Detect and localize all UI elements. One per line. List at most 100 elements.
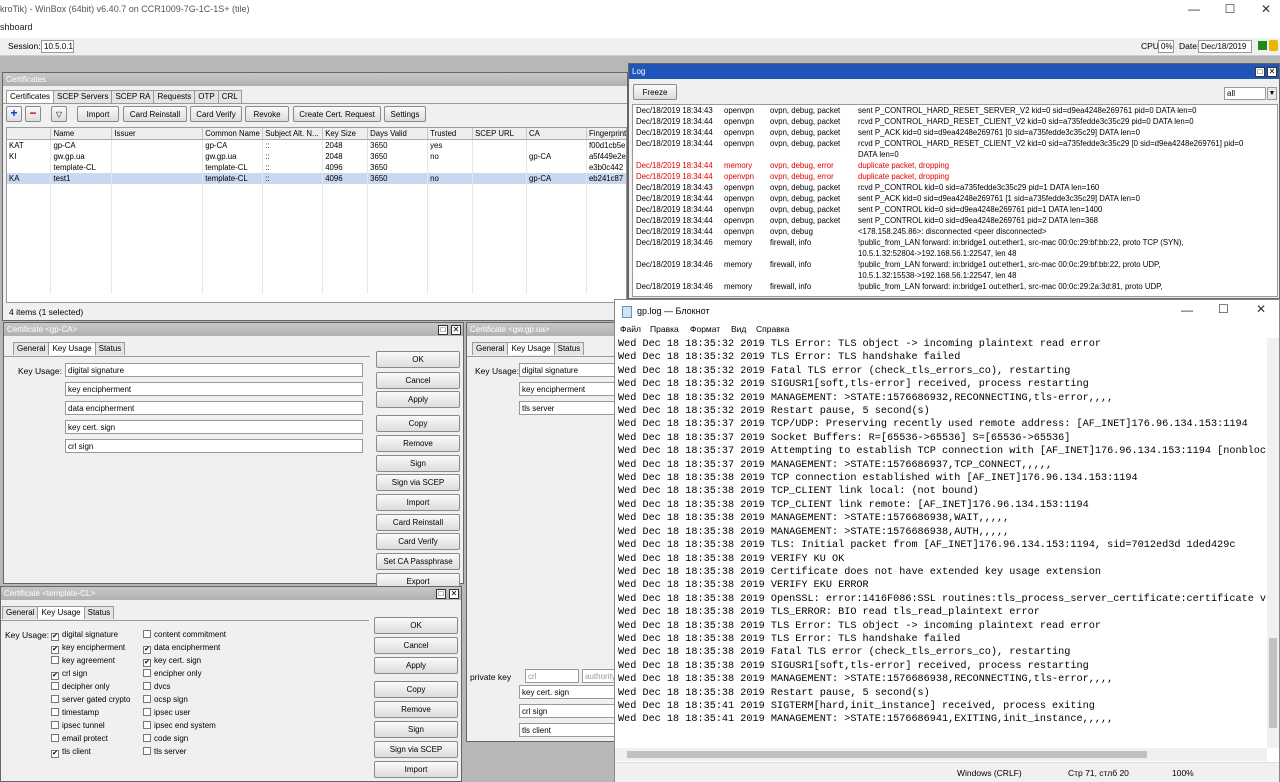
checkbox-option[interactable]: server gated crypto: [51, 695, 130, 704]
checkbox-option[interactable]: ocsp sign: [143, 695, 188, 704]
remove-icon[interactable]: −: [25, 106, 41, 122]
log-row[interactable]: Dec/18/2019 18:34:43 openvpn ovpn, debug, …: [633, 105, 1273, 116]
checkbox[interactable]: [143, 695, 151, 703]
maximize-icon[interactable]: ☐: [1218, 302, 1229, 316]
menu-file[interactable]: Файл: [620, 324, 641, 334]
table-row[interactable]: KA test1 template-CL:: 4096 3650 no gp-CA eb241…: [7, 173, 626, 184]
tab-certificates[interactable]: Certificates: [6, 90, 55, 103]
checkbox[interactable]: [51, 682, 59, 690]
dialog-button[interactable]: Sign via SCEP: [376, 474, 460, 491]
notepad-text-area[interactable]: Wed Dec 18 18:35:32 2019 TLS Error: TLS …: [618, 338, 1266, 748]
checkbox[interactable]: ✔: [51, 633, 59, 641]
card-reinstall-button[interactable]: Card Reinstall: [123, 106, 187, 122]
checkbox[interactable]: [143, 708, 151, 716]
dialog-close-icon[interactable]: ✕: [451, 325, 461, 335]
tab-key-usage[interactable]: Key Usage: [507, 342, 555, 355]
column-header[interactable]: Subject Alt. N...: [262, 128, 324, 140]
key-usage-item[interactable]: key encipherment: [519, 382, 617, 396]
checkbox-option[interactable]: timestamp: [51, 708, 99, 717]
private-key-field[interactable]: crl: [525, 669, 579, 683]
dialog-button[interactable]: OK: [374, 617, 458, 634]
checkbox[interactable]: ✔: [51, 750, 59, 758]
dropdown-icon[interactable]: ▼: [1267, 87, 1277, 100]
column-header[interactable]: Days Valid: [367, 128, 429, 140]
tab-crl[interactable]: CRL: [217, 90, 242, 103]
log-row[interactable]: Dec/18/2019 18:34:46 memory firewall, info…: [633, 259, 1273, 281]
tab-status[interactable]: Status: [83, 606, 115, 619]
column-header[interactable]: Name: [50, 128, 113, 140]
dialog-button[interactable]: Set CA Passphrase: [376, 553, 460, 570]
checkbox[interactable]: [143, 682, 151, 690]
table-row[interactable]: template-CL template-CL:: 4096 3650 e3b0c442: [7, 162, 626, 173]
checkbox-option[interactable]: dvcs: [143, 682, 170, 691]
tab-scep-ra[interactable]: SCEP RA: [111, 90, 155, 103]
checkbox-option[interactable]: ipsec end system: [143, 721, 216, 730]
restore-icon[interactable]: □: [1255, 67, 1265, 77]
minimize-icon[interactable]: —: [1176, 0, 1212, 18]
key-usage-item[interactable]: key encipherment: [65, 382, 363, 396]
tab-requests[interactable]: Requests: [153, 90, 196, 103]
restore-icon[interactable]: □: [436, 589, 446, 599]
checkbox-option[interactable]: ✔ crl sign: [51, 669, 87, 680]
column-header[interactable]: SCEP URL: [472, 128, 528, 140]
table-row[interactable]: KAT gp-CA gp-CA:: 2048 3650 yes f00d1cb5e: [7, 139, 626, 151]
checkbox[interactable]: [143, 747, 151, 755]
checkbox[interactable]: [143, 734, 151, 742]
dashboard-menu[interactable]: shboard: [0, 22, 33, 32]
log-row[interactable]: Dec/18/2019 18:34:44 openvpn ovpn, debug, …: [633, 215, 1273, 226]
card-verify-button[interactable]: Card Verify: [190, 106, 242, 122]
dialog-button[interactable]: Card Verify: [376, 533, 460, 550]
freeze-button[interactable]: Freeze: [633, 84, 677, 100]
dialog-button[interactable]: Copy: [374, 681, 458, 698]
dialog-button[interactable]: Sign via SCEP: [374, 741, 458, 758]
settings-button[interactable]: Settings: [384, 106, 426, 122]
checkbox-option[interactable]: ✔ key encipherment: [51, 643, 125, 654]
key-usage-item[interactable]: key cert. sign: [65, 420, 363, 434]
checkbox[interactable]: ✔: [143, 646, 151, 654]
tab-status[interactable]: Status: [94, 342, 126, 355]
dialog-button[interactable]: Import: [376, 494, 460, 511]
checkbox-option[interactable]: ✔ digital signature: [51, 630, 118, 641]
checkbox[interactable]: ✔: [51, 672, 59, 680]
menu-help[interactable]: Справка: [756, 324, 789, 334]
dialog-close-icon[interactable]: ✕: [449, 589, 459, 599]
checkbox[interactable]: [51, 734, 59, 742]
log-row[interactable]: Dec/18/2019 18:34:44 openvpn ovpn, debug, …: [633, 116, 1273, 127]
checkbox[interactable]: [51, 695, 59, 703]
tab-general[interactable]: General: [13, 342, 50, 355]
key-usage-item[interactable]: tls client: [519, 723, 617, 737]
menu-format[interactable]: Формат: [690, 324, 720, 334]
import-button[interactable]: Import: [77, 106, 119, 122]
checkbox-option[interactable]: encipher only: [143, 669, 202, 678]
close-icon[interactable]: ✕: [1256, 302, 1266, 316]
checkbox[interactable]: [143, 630, 151, 638]
session-field[interactable]: 10.5.0.1: [41, 40, 74, 53]
checkbox-option[interactable]: decipher only: [51, 682, 110, 691]
create-cert-request-button[interactable]: Create Cert. Request: [293, 106, 381, 122]
dialog-button[interactable]: Remove: [374, 701, 458, 718]
key-usage-item[interactable]: digital signature: [65, 363, 363, 377]
checkbox-option[interactable]: ipsec tunnel: [51, 721, 105, 730]
checkbox-option[interactable]: content commitment: [143, 630, 226, 639]
log-row[interactable]: Dec/18/2019 18:34:44 openvpn ovpn, debug, …: [633, 171, 1273, 182]
checkbox-option[interactable]: ✔ tls client: [51, 747, 91, 758]
checkbox-option[interactable]: code sign: [143, 734, 188, 743]
menu-view[interactable]: Вид: [731, 324, 746, 334]
dialog-button[interactable]: Apply: [376, 391, 460, 408]
tab-key-usage[interactable]: Key Usage: [37, 606, 85, 619]
checkbox[interactable]: [143, 721, 151, 729]
column-header[interactable]: Issuer: [111, 128, 204, 140]
log-row[interactable]: Dec/18/2019 18:34:44 openvpn ovpn, debug, …: [633, 138, 1273, 160]
checkbox[interactable]: ✔: [143, 659, 151, 667]
log-close-icon[interactable]: ✕: [1267, 67, 1277, 77]
key-usage-item[interactable]: data encipherment: [65, 401, 363, 415]
key-usage-item[interactable]: crl sign: [519, 704, 617, 718]
column-header[interactable]: [7, 128, 52, 140]
column-header[interactable]: Fingerprint: [586, 128, 626, 140]
dialog-button[interactable]: Copy: [376, 415, 460, 432]
vertical-scrollbar[interactable]: [1267, 338, 1279, 748]
key-usage-item[interactable]: tls server: [519, 401, 617, 415]
dialog-button[interactable]: Card Reinstall: [376, 514, 460, 531]
dialog-button[interactable]: Remove: [376, 435, 460, 452]
column-header[interactable]: Common Name: [202, 128, 264, 140]
